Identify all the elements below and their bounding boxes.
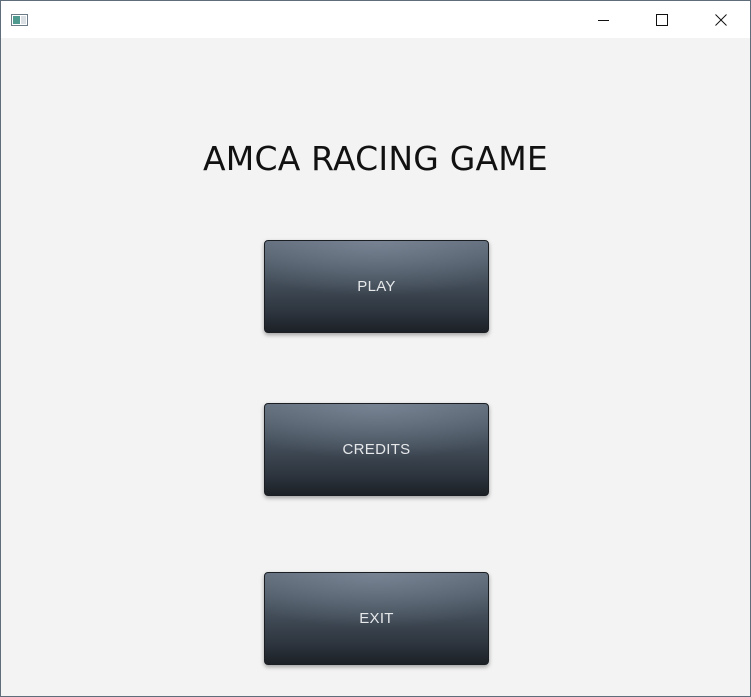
credits-button-label: CREDITS [342, 441, 411, 458]
minimize-button[interactable] [581, 1, 627, 38]
title-bar[interactable] [1, 1, 750, 38]
main-menu: AMCA RACING GAME PLAY CREDITS EXIT [1, 38, 750, 696]
maximize-icon [656, 13, 668, 26]
app-icon [11, 12, 28, 26]
credits-button[interactable]: CREDITS [264, 403, 489, 496]
play-button[interactable]: PLAY [264, 240, 489, 333]
maximize-button[interactable] [639, 1, 685, 38]
exit-button-label: EXIT [359, 610, 394, 627]
play-button-label: PLAY [357, 278, 396, 295]
game-title: AMCA RACING GAME [203, 139, 548, 178]
exit-button[interactable]: EXIT [264, 572, 489, 665]
close-button[interactable] [698, 1, 744, 38]
minimize-icon [598, 14, 610, 26]
close-icon [715, 13, 727, 26]
app-window: AMCA RACING GAME PLAY CREDITS EXIT [0, 0, 751, 697]
